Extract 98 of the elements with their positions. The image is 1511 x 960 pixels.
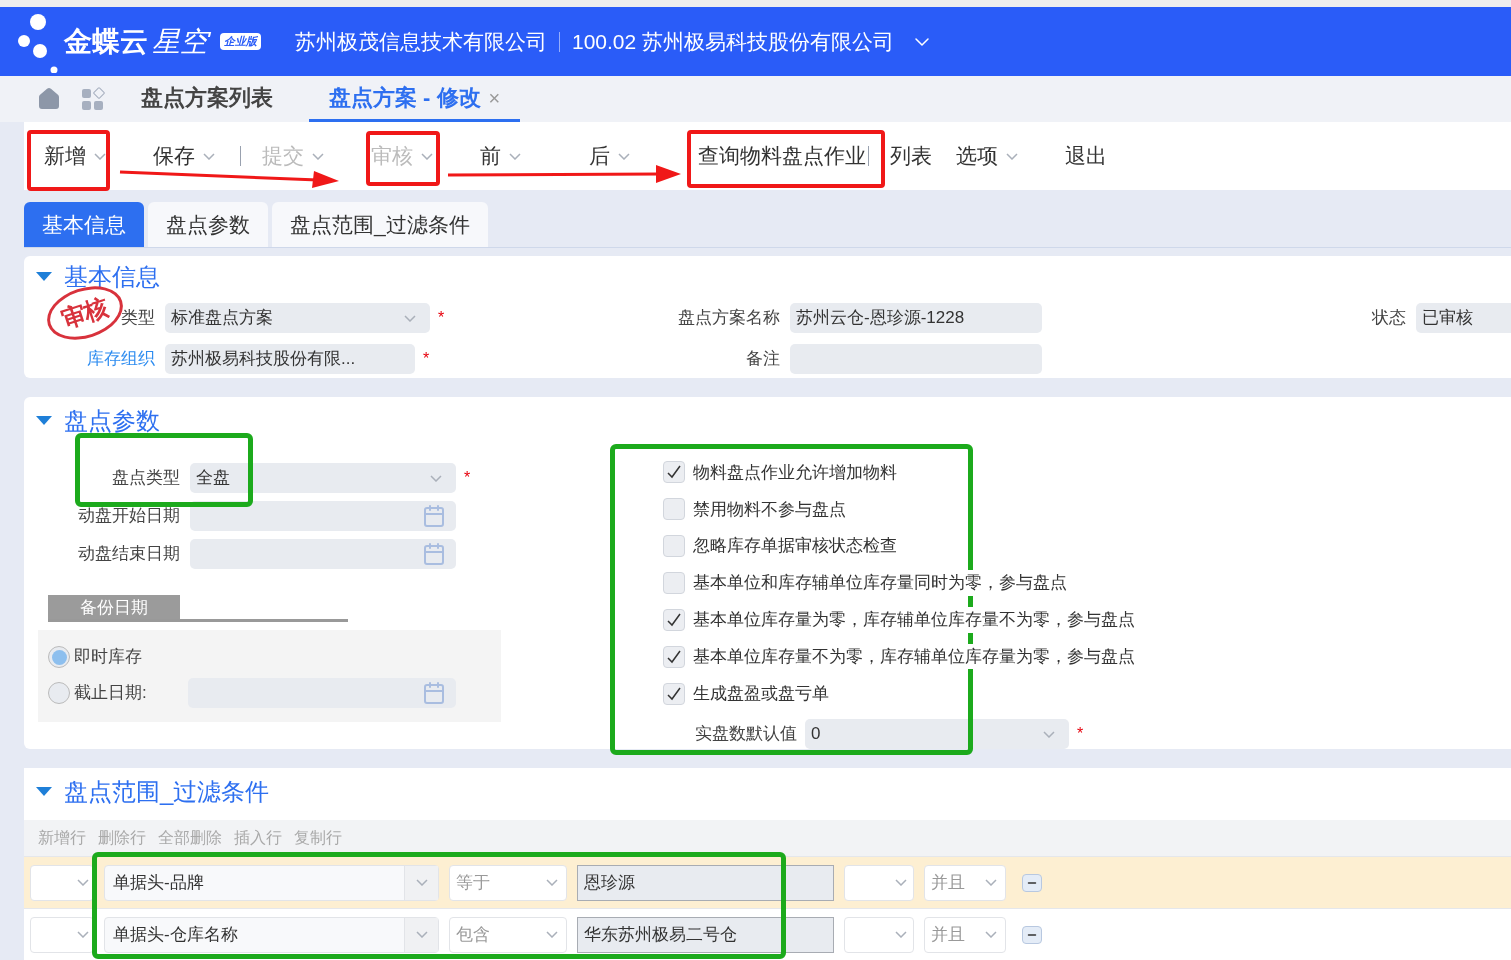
toolbar-button[interactable]: 保存: [153, 140, 215, 172]
caret-icon: [509, 152, 521, 160]
brand-name: 金蝶云: [64, 24, 148, 59]
input-field[interactable]: 恩珍源: [577, 864, 834, 901]
toolbar-button[interactable]: 新增: [44, 140, 106, 172]
select-field[interactable]: 单据头-仓库名称: [104, 916, 439, 953]
calendar-icon: [422, 680, 446, 705]
check-icon: [667, 612, 681, 627]
caret-icon: [618, 152, 630, 160]
toolbar-separator: [240, 146, 241, 166]
date-field[interactable]: [190, 539, 456, 569]
checkbox-label: 基本单位库存量为零，库存辅单位库存量不为零，参与盘点: [693, 607, 1135, 633]
required-mark: *: [1077, 724, 1084, 744]
collapse-icon[interactable]: [36, 272, 52, 282]
section-title: 盘点范围_过滤条件: [64, 777, 270, 807]
checkbox[interactable]: [663, 461, 685, 484]
caret-icon: [94, 152, 106, 160]
date-field[interactable]: [190, 501, 456, 531]
calendar-icon: [422, 542, 446, 566]
caret-icon: [546, 879, 558, 886]
caret-icon: [421, 152, 433, 160]
select-field[interactable]: [30, 864, 94, 901]
collapse-icon[interactable]: [36, 787, 52, 797]
form-tab[interactable]: 基本信息: [24, 202, 144, 247]
filter-row[interactable]: 单据头-品牌 等于 恩珍源 并且: [24, 856, 1511, 908]
checkbox[interactable]: [663, 682, 685, 705]
input-field[interactable]: 华东苏州极易二号仓: [577, 916, 834, 953]
company-name[interactable]: 苏州极茂信息技术有限公司: [295, 25, 547, 58]
radio-button[interactable]: [48, 646, 70, 668]
caret-icon: [404, 314, 416, 322]
select-field[interactable]: 全盘: [190, 463, 456, 493]
toolbar-separator: [868, 146, 869, 166]
apps-icon[interactable]: [81, 87, 105, 111]
field-label: 实盘数默认值: [694, 723, 798, 746]
checkbox[interactable]: [663, 498, 685, 521]
caret-icon: [895, 931, 907, 938]
caret-icon: [1006, 152, 1018, 160]
caret-icon: [1043, 730, 1055, 738]
field-label: 动盘结束日期: [77, 543, 181, 566]
radio-button[interactable]: [48, 681, 70, 704]
checkbox[interactable]: [663, 535, 685, 558]
caret-icon: [546, 931, 558, 938]
checkbox[interactable]: [663, 608, 685, 631]
edition-badge: 企业版: [220, 33, 261, 50]
caret-icon: [415, 879, 428, 886]
organization-name[interactable]: 100.02 苏州极易科技股份有限公司: [572, 25, 895, 58]
caret-icon: [985, 931, 997, 938]
select-field[interactable]: 0: [805, 719, 1069, 749]
select-field[interactable]: [844, 864, 914, 901]
checkbox-label: 基本单位库存量不为零，库存辅单位库存量为零，参与盘点: [693, 643, 1135, 670]
checkbox[interactable]: [663, 572, 685, 594]
select-field[interactable]: [844, 916, 914, 953]
field-label: 状态: [1372, 307, 1406, 330]
form-tab[interactable]: 盘点范围_过滤条件: [272, 202, 488, 247]
caret-icon: [77, 879, 89, 886]
calendar-icon: [422, 504, 446, 528]
input-field[interactable]: 苏州云仓-恩珍源-1228: [790, 303, 1042, 333]
checkbox[interactable]: [663, 645, 685, 668]
caret-icon: [895, 879, 907, 886]
page-tab[interactable]: 盘点方案列表: [121, 76, 293, 122]
required-mark: *: [423, 349, 430, 369]
toolbar-button[interactable]: 查询物料盘点作业: [698, 140, 866, 172]
radio-label: 即时库存: [74, 646, 143, 669]
toolbar-button[interactable]: 后: [589, 140, 630, 172]
check-icon: [667, 649, 681, 664]
toolbar-button[interactable]: 选项: [956, 140, 1018, 172]
remove-row-button[interactable]: [1022, 873, 1042, 892]
field-label: 动盘开始日期: [77, 505, 181, 528]
required-mark: *: [438, 308, 445, 328]
caret-icon: [203, 152, 215, 160]
checkbox-label: 基本单位和库存辅单位库存量同时为零，参与盘点: [693, 570, 1067, 596]
home-icon[interactable]: [37, 87, 61, 111]
radio-label: 截止日期:: [74, 682, 148, 704]
form-tab[interactable]: 盘点参数: [148, 202, 268, 247]
caret-icon: [312, 152, 324, 160]
input-field[interactable]: 苏州极易科技股份有限...: [165, 344, 415, 374]
caret-icon: [430, 474, 442, 482]
select-field[interactable]: 标准盘点方案: [165, 303, 430, 333]
field-label: 备注: [746, 348, 780, 371]
toolbar-button[interactable]: 前: [480, 140, 521, 172]
date-field[interactable]: [188, 677, 456, 708]
caret-icon: [415, 931, 428, 938]
remove-row-button[interactable]: [1022, 925, 1042, 944]
caret-icon: [985, 879, 997, 886]
required-mark: *: [464, 468, 471, 488]
field-label: 盘点类型: [111, 467, 181, 490]
field-label: 盘点方案名称: [678, 307, 780, 330]
field-link[interactable]: 库存组织: [87, 346, 155, 372]
toolbar-button[interactable]: 列表: [890, 140, 932, 172]
collapse-icon[interactable]: [36, 416, 52, 426]
section-title: 盘点参数: [64, 406, 160, 436]
caret-icon: [77, 931, 89, 938]
select-field[interactable]: 单据头-品牌: [104, 864, 439, 901]
toolbar-button[interactable]: 退出: [1065, 140, 1107, 172]
input-field[interactable]: 已审核: [1416, 303, 1511, 333]
check-icon: [667, 686, 681, 701]
check-icon: [667, 465, 681, 480]
select-field[interactable]: [30, 916, 94, 953]
